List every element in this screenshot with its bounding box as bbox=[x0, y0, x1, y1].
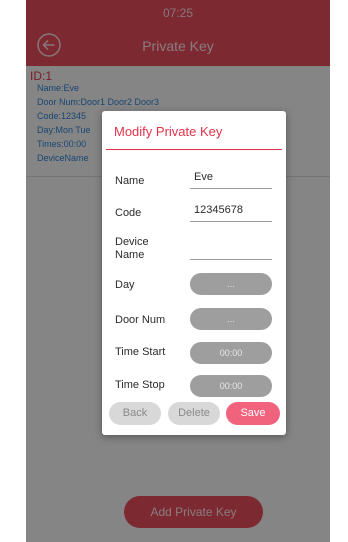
device-name-input[interactable] bbox=[190, 242, 272, 260]
code-label: Code bbox=[115, 207, 142, 219]
code-input[interactable]: 12345678 bbox=[190, 204, 272, 222]
name-label: Name bbox=[115, 175, 145, 187]
time-start-picker[interactable]: 00:00 bbox=[190, 342, 272, 364]
delete-button[interactable]: Delete bbox=[168, 402, 220, 425]
dialog-divider bbox=[106, 149, 282, 150]
door-num-label: Door Num bbox=[115, 314, 166, 326]
time-stop-picker[interactable]: 00:00 bbox=[190, 375, 272, 397]
back-button[interactable]: Back bbox=[109, 402, 161, 425]
door-num-selector[interactable]: ... bbox=[190, 308, 272, 330]
time-start-label: Time Start bbox=[115, 346, 166, 358]
device-name-label: Device Name bbox=[115, 236, 149, 261]
day-label: Day bbox=[115, 279, 135, 291]
name-input[interactable]: Eve bbox=[190, 171, 272, 189]
day-selector[interactable]: ... bbox=[190, 273, 272, 295]
modify-private-key-dialog: Modify Private Key Name Eve Code 1234567… bbox=[102, 111, 286, 435]
dialog-title: Modify Private Key bbox=[114, 124, 223, 139]
save-button[interactable]: Save bbox=[226, 402, 280, 425]
phone-screen: 07:25 Private Key ID:1 Name:Eve Door Num… bbox=[26, 0, 330, 542]
time-stop-label: Time Stop bbox=[115, 379, 165, 391]
